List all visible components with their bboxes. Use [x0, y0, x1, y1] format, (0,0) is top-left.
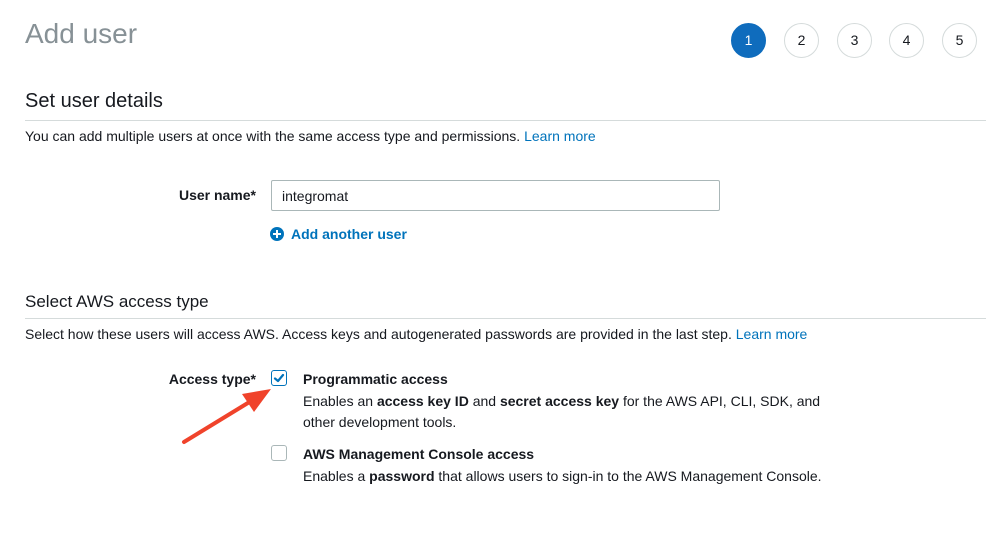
add-user-page: Add user 1 2 3 4 5 Set user details You …	[0, 0, 1007, 555]
step-5[interactable]: 5	[942, 23, 977, 58]
section-divider	[25, 318, 986, 319]
add-another-user-label: Add another user	[291, 226, 407, 242]
console-access-title: AWS Management Console access	[303, 446, 535, 462]
add-another-user-link[interactable]: Add another user	[270, 226, 407, 242]
desc-text: Enables an	[303, 393, 377, 409]
access-type-description: Select how these users will access AWS. …	[25, 326, 807, 342]
programmatic-access-description: Enables an access key ID and secret acce…	[303, 391, 843, 433]
access-type-heading: Select AWS access type	[25, 292, 209, 311]
desc-text: Enables a	[303, 468, 370, 484]
access-type-description-text: Select how these users will access AWS. …	[25, 326, 732, 342]
user-details-description-text: You can add multiple users at once with …	[25, 128, 521, 144]
page-title: Add user	[25, 18, 138, 49]
step-4[interactable]: 4	[889, 23, 924, 58]
desc-bold: password	[369, 468, 435, 484]
learn-more-link[interactable]: Learn more	[524, 128, 596, 144]
desc-text: and	[468, 393, 500, 409]
access-type-label: Access type*	[168, 371, 256, 387]
user-name-input[interactable]	[271, 180, 720, 211]
section-divider	[25, 120, 986, 121]
console-access-description: Enables a password that allows users to …	[303, 466, 903, 487]
learn-more-link[interactable]: Learn more	[736, 326, 808, 342]
user-name-label: User name*	[178, 187, 256, 203]
programmatic-access-checkbox[interactable]	[271, 370, 287, 386]
user-details-description: You can add multiple users at once with …	[25, 128, 596, 144]
desc-text: that allows users to sign-in to the AWS …	[434, 468, 822, 484]
step-3[interactable]: 3	[837, 23, 872, 58]
desc-bold: secret access key	[499, 393, 620, 409]
plus-circle-icon	[270, 227, 284, 241]
step-2[interactable]: 2	[784, 23, 819, 58]
step-1[interactable]: 1	[731, 23, 766, 58]
checkmark-icon	[273, 373, 285, 383]
desc-bold: access key ID	[376, 393, 469, 409]
programmatic-access-title: Programmatic access	[303, 371, 448, 387]
red-arrow-icon	[182, 389, 271, 444]
set-user-details-heading: Set user details	[25, 90, 163, 112]
